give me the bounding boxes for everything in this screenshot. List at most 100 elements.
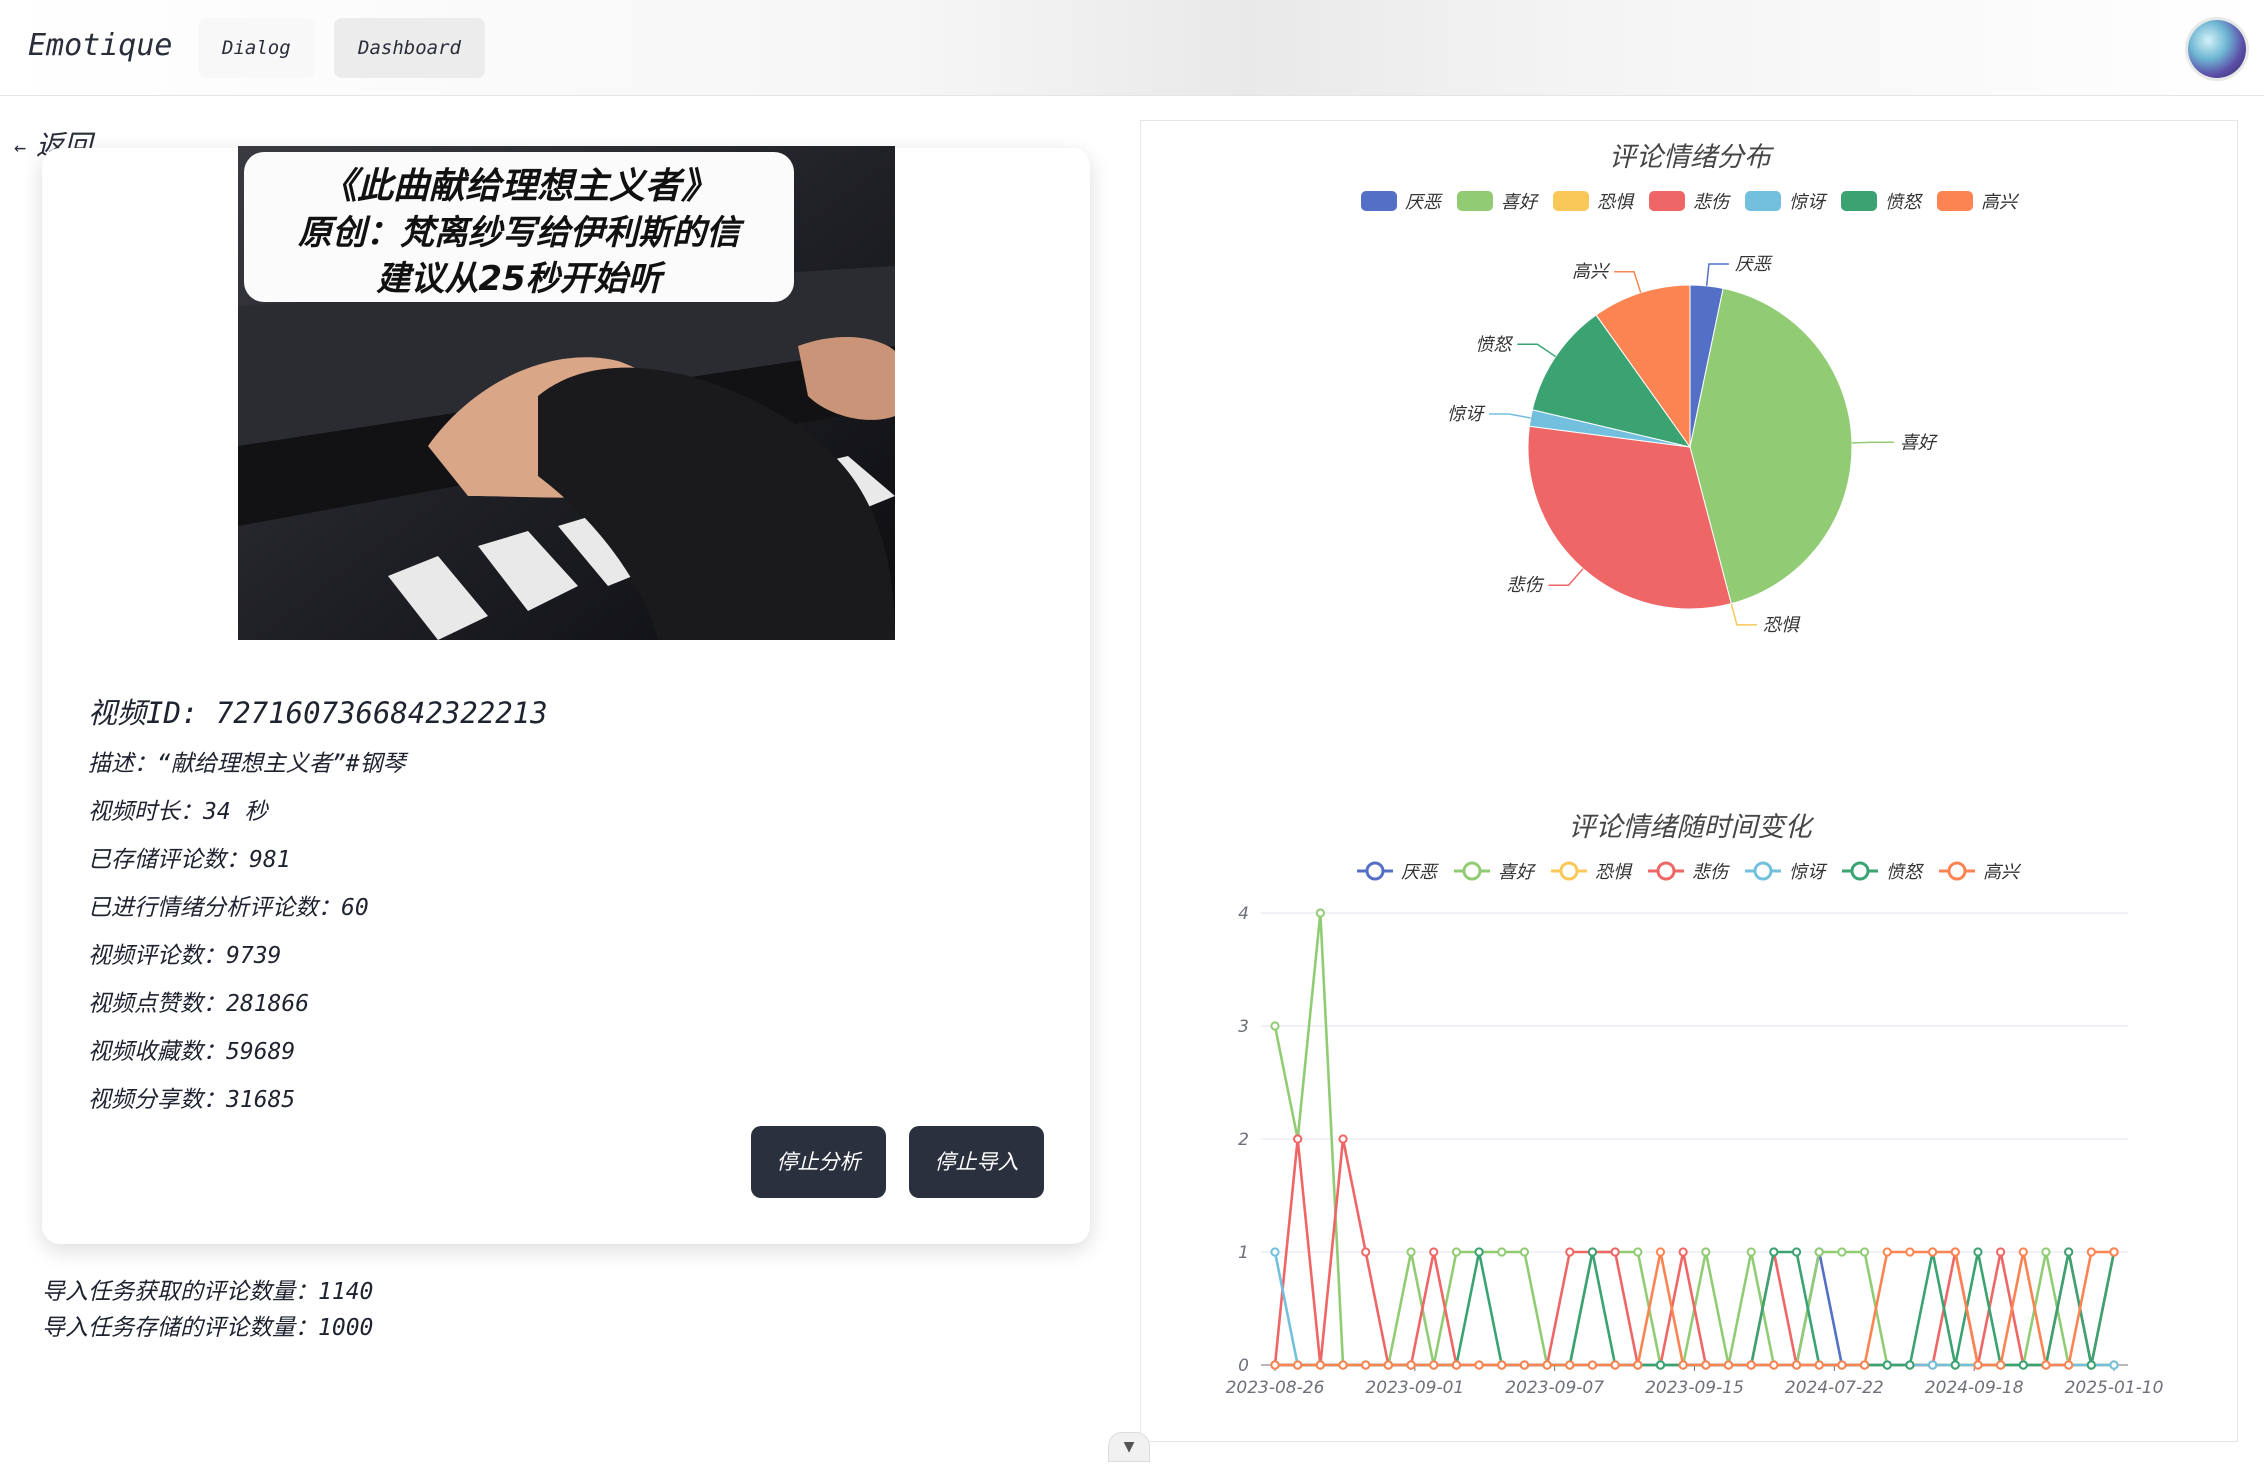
stored-comments: 已存储评论数：981 <box>88 847 291 873</box>
series-point-喜好 <box>1451 1247 1462 1257</box>
series-point-喜好 <box>1837 1247 1847 1257</box>
tab-dashboard[interactable]: Dashboard <box>334 18 485 78</box>
series-point-高兴 <box>2041 1360 2051 1370</box>
video-description: 描述：“献给理想主义者”#钢琴 <box>88 751 406 777</box>
series-point-悲伤 <box>1338 1134 1348 1144</box>
series-point-高兴 <box>1610 1360 1620 1370</box>
series-point-悲伤 <box>1429 1247 1439 1257</box>
series-point-高兴 <box>1315 1360 1325 1370</box>
pie-legend-label: 愤怒 <box>1885 192 1923 213</box>
series-point-愤怒 <box>1769 1247 1779 1257</box>
series-point-高兴 <box>1746 1360 1756 1370</box>
user-avatar[interactable] <box>2188 20 2246 78</box>
pie-legend-swatch <box>1841 191 1877 211</box>
series-point-高兴 <box>1973 1360 1983 1370</box>
y-tick-label: 2 <box>1238 1130 1249 1150</box>
x-tick-label: 2023-09-15 <box>1645 1378 1744 1398</box>
series-point-愤怒 <box>1950 1360 1960 1370</box>
series-point-愤怒 <box>2086 1360 2096 1370</box>
series-point-高兴 <box>1950 1247 1960 1257</box>
pie-legend-item: 高兴 <box>1937 191 2020 213</box>
pie-label-line <box>1730 603 1757 626</box>
series-point-高兴 <box>1474 1360 1484 1370</box>
pie-legend-swatch <box>1745 191 1781 211</box>
series-point-喜好 <box>1270 1021 1280 1031</box>
top-navbar: Emotique Dialog Dashboard <box>0 0 2264 96</box>
pie-slice-label: 悲伤 <box>1507 575 1545 596</box>
line-legend-marker <box>1753 861 1773 881</box>
series-point-高兴 <box>1996 1360 2006 1370</box>
series-point-高兴 <box>1451 1360 1462 1370</box>
series-point-高兴 <box>2086 1247 2096 1257</box>
series-point-高兴 <box>1723 1360 1734 1370</box>
series-point-喜好 <box>1497 1247 1507 1257</box>
pie-slice-label: 愤怒 <box>1475 334 1513 355</box>
series-point-愤怒 <box>2064 1247 2074 1257</box>
series-point-喜好 <box>1406 1247 1416 1257</box>
line-legend-label: 惊讶 <box>1789 862 1828 883</box>
series-point-喜好 <box>1633 1247 1643 1257</box>
x-tick-label: 2024-09-18 <box>1925 1378 2024 1398</box>
series-point-高兴 <box>1882 1247 1892 1257</box>
series-point-高兴 <box>1406 1360 1416 1370</box>
stop-analysis-button[interactable]: 停止分析 <box>751 1126 886 1198</box>
pie-chart: 评论情绪分布厌恶 喜好 恐惧 悲伤 惊讶 愤怒 高兴厌恶喜好恐惧悲伤惊讶愤怒高兴 <box>1361 142 2020 636</box>
series-point-高兴 <box>2109 1247 2119 1257</box>
stop-import-button[interactable]: 停止导入 <box>909 1126 1044 1198</box>
series-point-喜好 <box>1746 1247 1756 1257</box>
line-legend-label: 恐惧 <box>1595 862 1633 883</box>
series-point-高兴 <box>1497 1360 1507 1370</box>
line-legend-item: 喜好 <box>1454 861 1537 883</box>
series-point-愤怒 <box>1905 1360 1915 1370</box>
line-legend-label: 喜好 <box>1498 862 1537 883</box>
series-point-悲伤 <box>1565 1247 1575 1257</box>
pie-legend-label: 高兴 <box>1981 192 2020 213</box>
pie-label-line <box>1488 413 1531 419</box>
series-point-高兴 <box>2064 1360 2074 1370</box>
pie-legend-swatch <box>1649 191 1685 211</box>
video-like-count: 视频点赞数：281866 <box>88 991 310 1017</box>
series-point-高兴 <box>1429 1360 1439 1370</box>
series-point-高兴 <box>1791 1360 1802 1370</box>
series-point-惊讶 <box>1927 1360 1938 1370</box>
video-thumbnail[interactable]: 《此曲献给理想主义者》 原创：梵离纱写给伊利斯的信 建议从25秒开始听 <box>238 146 895 640</box>
pie-slice-label: 惊讶 <box>1447 404 1486 425</box>
chevron-down-icon[interactable]: ▼ <box>1108 1432 1150 1462</box>
video-duration: 视频时长：34 秒 <box>88 799 268 825</box>
series-point-悲伤 <box>1293 1134 1303 1144</box>
series-point-高兴 <box>2018 1247 2028 1257</box>
line-legend-marker <box>1462 861 1482 881</box>
series-point-高兴 <box>1270 1360 1280 1370</box>
series-point-高兴 <box>1837 1360 1847 1370</box>
series-point-悲伤 <box>1610 1247 1620 1257</box>
line-legend-label: 悲伤 <box>1692 862 1730 883</box>
series-point-喜好 <box>1701 1247 1711 1257</box>
series-point-高兴 <box>1905 1247 1915 1257</box>
series-point-愤怒 <box>1973 1247 1983 1257</box>
series-point-悲伤 <box>1361 1247 1371 1257</box>
pie-label-line <box>1614 270 1642 293</box>
line-legend-item: 恐惧 <box>1551 861 1633 883</box>
y-tick-label: 4 <box>1238 904 1249 924</box>
app-brand[interactable]: Emotique <box>28 28 173 63</box>
thumbnail-image: 《此曲献给理想主义者》 原创：梵离纱写给伊利斯的信 建议从25秒开始听 <box>238 146 895 640</box>
series-point-喜好 <box>1859 1247 1870 1257</box>
pie-slice-label: 高兴 <box>1572 262 1611 283</box>
tab-dialog[interactable]: Dialog <box>198 18 315 78</box>
thumbnail-text-line-3: 建议从25秒开始听 <box>376 259 666 299</box>
line-legend-item: 惊讶 <box>1745 861 1828 883</box>
line-legend-item: 高兴 <box>1939 861 2022 883</box>
line-legend-marker <box>1365 861 1385 881</box>
x-tick-label: 2023-09-01 <box>1365 1378 1464 1398</box>
series-point-高兴 <box>1701 1360 1711 1370</box>
pie-legend-label: 恐惧 <box>1597 192 1635 213</box>
pie-legend-label: 惊讶 <box>1789 192 1828 213</box>
y-tick-label: 0 <box>1238 1356 1249 1376</box>
series-point-悲伤 <box>1996 1247 2006 1257</box>
series-point-愤怒 <box>1655 1360 1666 1370</box>
series-point-喜好 <box>2041 1247 2051 1257</box>
pie-legend-item: 厌恶 <box>1361 191 1443 213</box>
x-tick-label: 2023-09-07 <box>1505 1378 1604 1398</box>
series-point-喜好 <box>1814 1247 1824 1257</box>
pie-legend-swatch <box>1457 191 1493 211</box>
